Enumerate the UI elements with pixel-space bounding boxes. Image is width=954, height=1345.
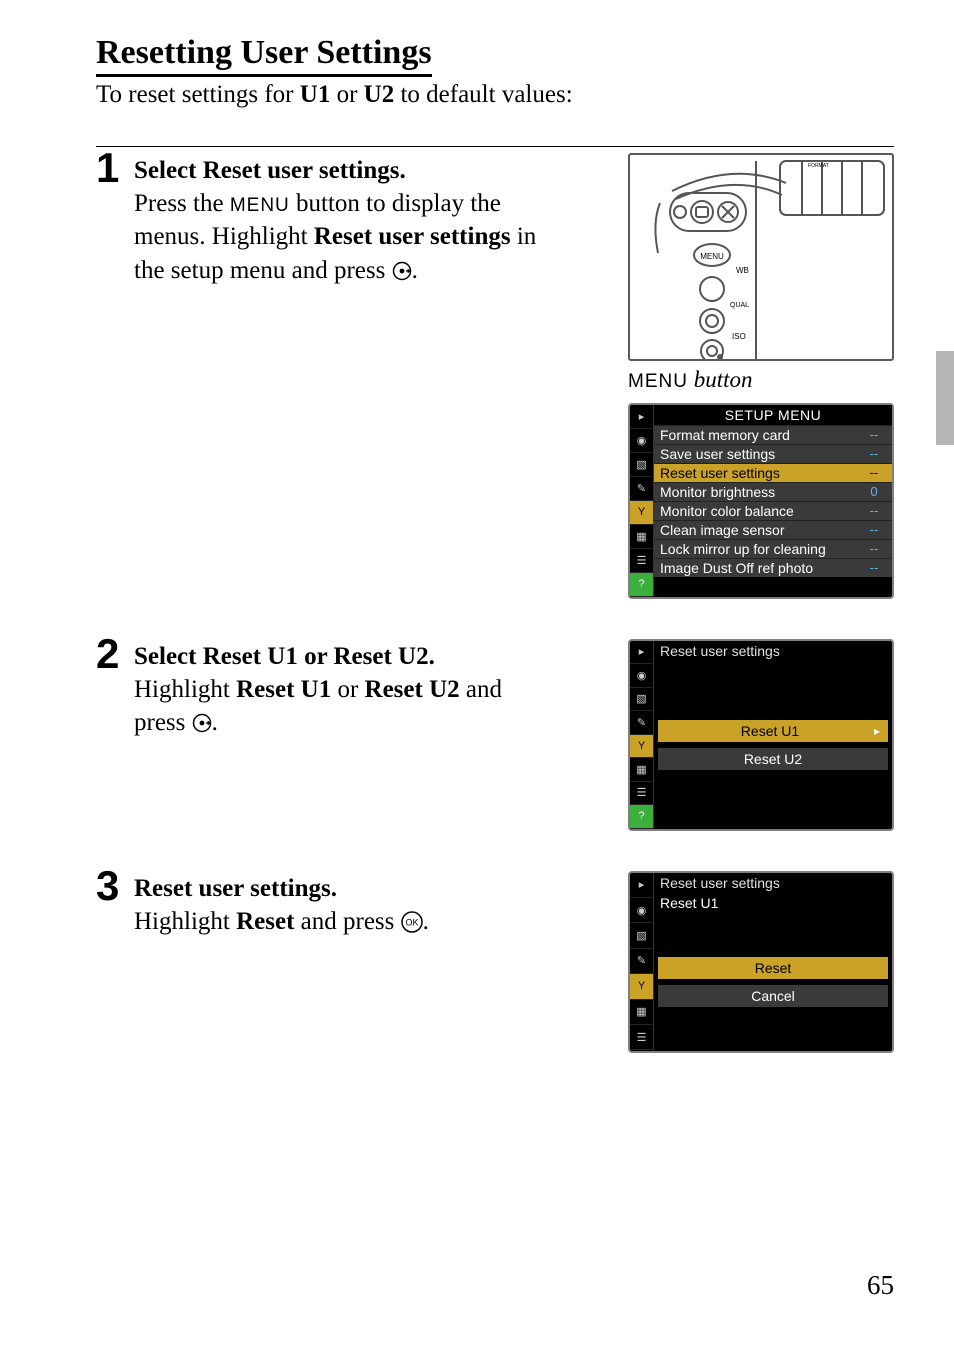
option-reset: Reset [658,957,888,979]
lcd-title: SETUP MENU [654,405,892,425]
tab-icon: ▸ [630,405,654,429]
step-number: 2 [96,633,134,675]
lcd-title: Reset user settings [654,641,892,661]
multiselector-right-icon [192,709,212,743]
tab-icon: ◉ [630,898,654,923]
tab-icon: ▸ [630,873,654,898]
tab-icon: ▧ [630,923,654,948]
option-reset-u1: Reset U1▸ [658,720,888,742]
menu-row: Monitor brightness0 [654,482,892,501]
step-heading: Select Reset U1 or Reset U2. [134,643,608,671]
tab-icon: ▸ [630,641,654,665]
lcd-setup-menu: ▸ ◉ ▧ ✎ Y ▦ ☰ ? SETUP MENU Format memory… [628,403,894,599]
page-number: 65 [867,1270,894,1301]
menu-row: Clean image sensor-- [654,520,892,539]
menu-row: Lock mirror up for cleaning-- [654,539,892,558]
svg-text:WB: WB [736,266,749,275]
step-2: 2 Select Reset U1 or Reset U2. Highlight… [96,639,894,831]
step-heading: Reset user settings. [134,875,608,903]
tab-icon: ☰ [630,549,654,573]
tab-icon: ☰ [630,782,654,806]
tab-icon: ◉ [630,429,654,453]
tab-icon: ▧ [630,688,654,712]
step-3: 3 Reset user settings. Highlight Reset a… [96,871,894,1053]
option-reset-u2: Reset U2 [658,748,888,770]
tab-icon-help: ? [630,573,654,597]
divider [96,146,894,147]
svg-text:OK: OK [405,917,418,927]
svg-text:QUAL: QUAL [730,302,749,309]
menu-row: Format memory card-- [654,425,892,444]
tab-icon: ▧ [630,453,654,477]
tab-icon-help: ? [630,805,654,829]
step-text: Highlight Reset U1 or Reset U2 and press… [134,673,554,744]
menu-row: Image Dust Off ref photo-- [654,558,892,577]
menu-button-caption: MENU button [628,367,894,393]
tab-icon-setup: Y [630,974,654,999]
side-thumb-tab [936,351,954,445]
option-cancel: Cancel [658,985,888,1007]
menu-row: Save user settings-- [654,444,892,463]
menu-word-inline: MENU [230,195,290,216]
ok-button-icon: OK [401,909,423,943]
lcd-title: Reset user settings [654,873,892,893]
camera-diagram: MENU WB QUAL ISO FORMAT [628,153,894,361]
tab-icon: ▦ [630,758,654,782]
chevron-right-icon: ▸ [874,724,880,738]
svg-text:FORMAT: FORMAT [808,163,829,169]
tab-icon: ▦ [630,525,654,549]
step-text: Press the MENU button to display the men… [134,187,554,291]
lcd-side-tabs: ▸ ◉ ▧ ✎ Y ▦ ☰ ? [630,405,654,597]
page-title: Resetting User Settings [96,34,432,77]
step-heading: Select Reset user settings. [134,157,608,185]
tab-icon: ◉ [630,664,654,688]
lcd-reset-confirm: ▸ ◉ ▧ ✎ Y ▦ ☰ Reset user settings Reset … [628,871,894,1053]
step-number: 1 [96,147,134,189]
lcd-reset-pick: ▸ ◉ ▧ ✎ Y ▦ ☰ ? Reset user settings Rese… [628,639,894,831]
step-1: 1 Select Reset user settings. Press the … [96,153,894,599]
lcd-side-tabs: ▸ ◉ ▧ ✎ Y ▦ ☰ [630,873,654,1051]
lcd-side-tabs: ▸ ◉ ▧ ✎ Y ▦ ☰ ? [630,641,654,829]
tab-icon: ✎ [630,477,654,501]
multiselector-right-icon [392,257,412,291]
lcd-subtitle: Reset U1 [654,893,892,913]
intro-text: To reset settings for U1 or U2 to defaul… [96,79,894,112]
menu-row: Monitor color balance-- [654,501,892,520]
menu-row-selected: Reset user settings-- [654,463,892,482]
tab-icon-setup: Y [630,735,654,759]
tab-icon: ▦ [630,1000,654,1025]
tab-icon: ✎ [630,711,654,735]
svg-text:MENU: MENU [700,252,724,261]
step-text: Highlight Reset and press OK. [134,905,554,943]
tab-icon: ☰ [630,1025,654,1050]
svg-text:ISO: ISO [732,332,746,341]
step-number: 3 [96,865,134,907]
tab-icon: ✎ [630,949,654,974]
tab-icon-setup: Y [630,501,654,525]
